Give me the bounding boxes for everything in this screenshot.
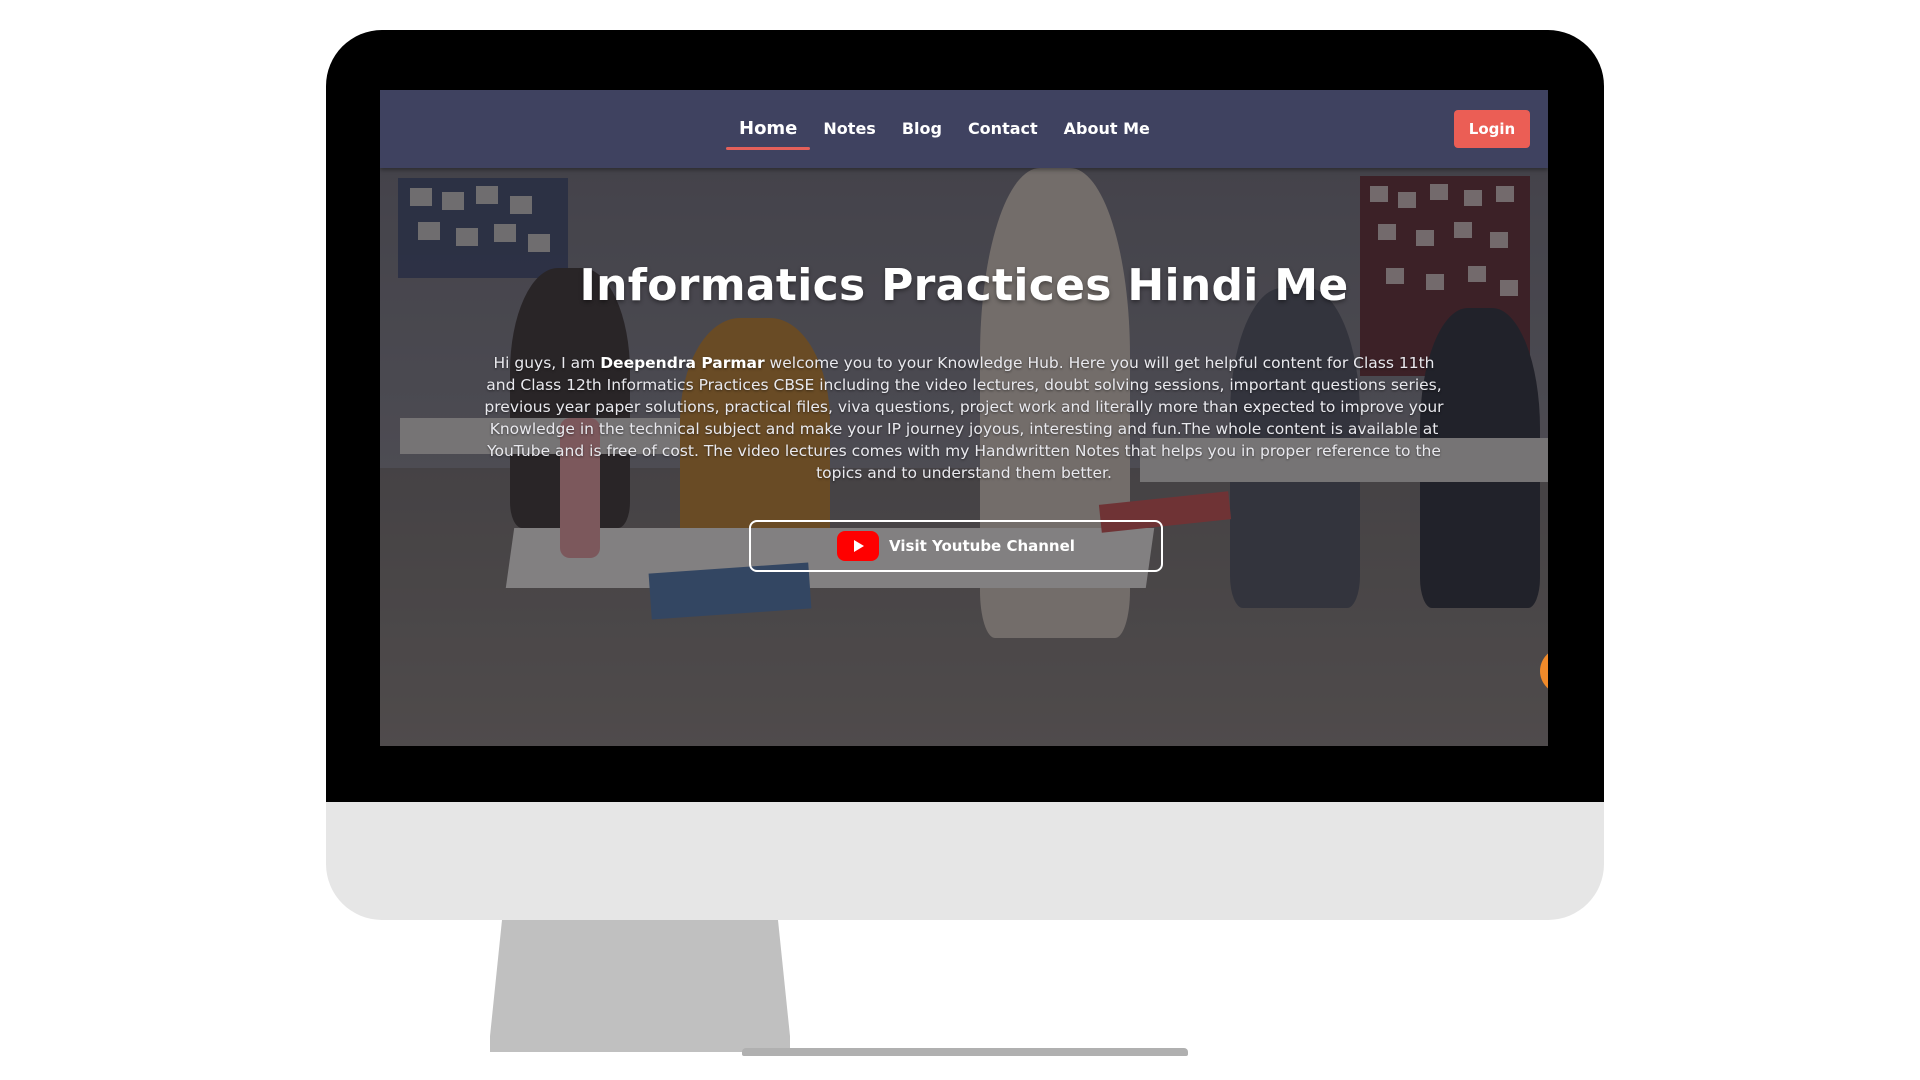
hero-intro-body: welcome you to your Knowledge Hub. Here … — [484, 354, 1444, 482]
nav-link-about-me[interactable]: About Me — [1051, 90, 1163, 168]
hero-title: Informatics Practices Hindi Me — [579, 260, 1349, 311]
nav-link-blog[interactable]: Blog — [889, 90, 955, 168]
mockup-stage: Home Notes Blog Contact About Me Login I… — [0, 0, 1920, 1080]
youtube-icon — [837, 531, 880, 561]
author-name: Deependra Parmar — [600, 354, 765, 372]
monitor-stand-base — [742, 1048, 1188, 1056]
nav-links: Home Notes Blog Contact About Me — [726, 90, 1163, 168]
monitor-screen: Home Notes Blog Contact About Me Login I… — [380, 90, 1548, 746]
login-button[interactable]: Login — [1454, 110, 1530, 148]
top-navbar: Home Notes Blog Contact About Me Login — [380, 90, 1548, 168]
visit-youtube-channel-button[interactable]: Visit Youtube Channel — [749, 520, 1163, 572]
nav-link-home[interactable]: Home — [726, 90, 811, 168]
nav-link-notes[interactable]: Notes — [810, 90, 888, 168]
hero-intro-prefix: Hi guys, I am — [493, 354, 601, 372]
monitor-stand-neck — [490, 920, 790, 1052]
hero-description: Hi guys, I am Deependra Parmar welcome y… — [478, 352, 1450, 484]
hero-section: Informatics Practices Hindi Me Hi guys, … — [380, 168, 1548, 746]
nav-link-contact[interactable]: Contact — [955, 90, 1051, 168]
youtube-button-label: Visit Youtube Channel — [889, 537, 1075, 555]
monitor-chin — [326, 802, 1604, 920]
